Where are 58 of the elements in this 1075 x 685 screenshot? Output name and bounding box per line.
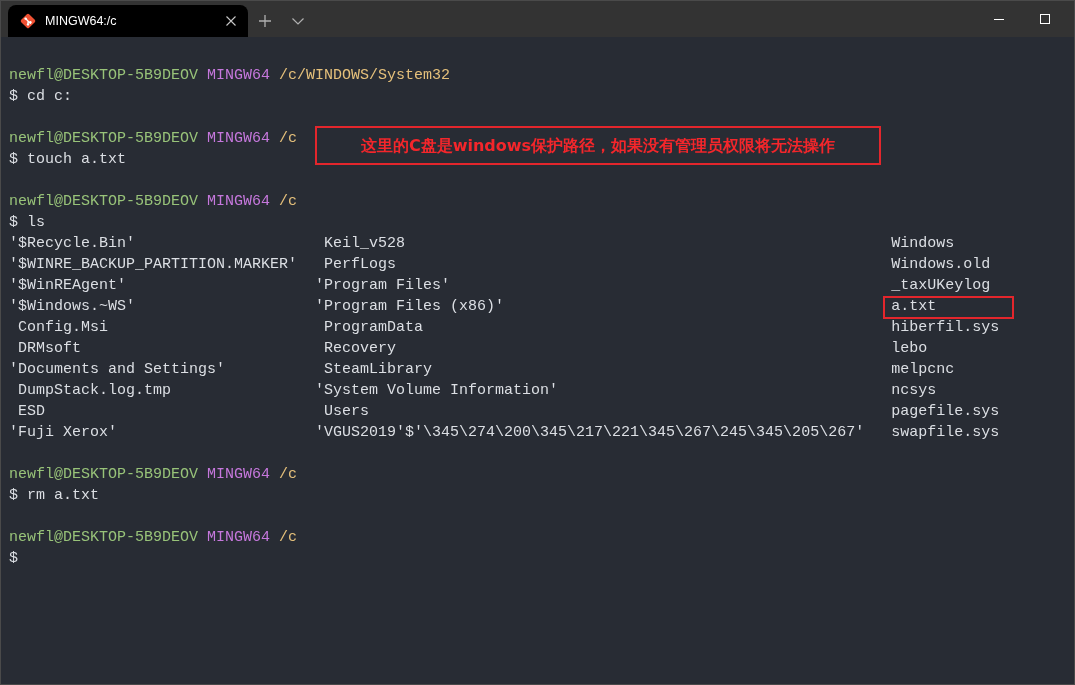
user-host-label: newfl@DESKTOP-5B9DEOV	[9, 192, 199, 212]
shell-name-label: MINGW64	[207, 465, 271, 485]
file-name: DumpStack.log.tmp	[18, 381, 172, 401]
maximize-icon	[1040, 14, 1050, 24]
file-name: a.txt	[891, 296, 937, 317]
shell-name-label: MINGW64	[207, 66, 271, 86]
user-host-label: newfl@DESKTOP-5B9DEOV	[9, 66, 199, 86]
file-name: '$Windows.~WS'	[9, 297, 136, 317]
file-name: DRMsoft	[18, 339, 81, 359]
path-label: /c/WINDOWS/System32	[279, 66, 451, 86]
file-name: 'Documents and Settings'	[9, 360, 226, 380]
file-name: Keil_v528	[324, 234, 406, 254]
path-label: /c	[279, 465, 298, 485]
file-name: Windows.old	[891, 255, 991, 275]
shell-name-label: MINGW64	[207, 129, 271, 149]
file-name: 'System Volume Information'	[315, 381, 559, 401]
file-name: 'Program Files'	[315, 276, 451, 296]
file-name: '$Recycle.Bin'	[9, 234, 136, 254]
file-name: swapfile.sys	[891, 423, 1000, 443]
plus-icon	[259, 15, 271, 27]
file-name: 'Fuji Xerox'	[9, 423, 118, 443]
annotation-note: 这里的C盘是windows保护路径，如果没有管理员权限将无法操作	[315, 126, 881, 165]
branch-logo-icon	[20, 13, 36, 29]
path-label: /c	[279, 528, 298, 548]
file-name: _taxUKeylog	[891, 276, 991, 296]
file-name: ProgramData	[324, 318, 424, 338]
file-name: Config.Msi	[18, 318, 108, 338]
file-name: hiberfil.sys	[891, 318, 1000, 338]
file-name: Recovery	[324, 339, 397, 359]
command-line: $ rm a.txt	[9, 486, 99, 506]
file-name: melpcnc	[891, 360, 955, 380]
user-host-label: newfl@DESKTOP-5B9DEOV	[9, 129, 199, 149]
chevron-down-icon	[292, 17, 304, 25]
file-name: '$WINRE_BACKUP_PARTITION.MARKER'	[9, 255, 298, 275]
file-name: ESD	[18, 402, 45, 422]
shell-name-label: MINGW64	[207, 528, 271, 548]
file-name: PerfLogs	[324, 255, 397, 275]
close-icon	[226, 16, 236, 26]
file-name: pagefile.sys	[891, 402, 1000, 422]
path-label: /c	[279, 192, 298, 212]
user-host-label: newfl@DESKTOP-5B9DEOV	[9, 528, 199, 548]
file-name: Users	[324, 402, 370, 422]
file-name: lebo	[891, 339, 928, 359]
file-name: Windows	[891, 234, 955, 254]
terminal-tab[interactable]: MINGW64:/c	[8, 5, 248, 37]
file-name: 'Program Files (x86)'	[315, 297, 505, 317]
minimize-icon	[994, 18, 1004, 20]
file-name: 'VGUS2019'$'\345\274\200\345\217\221\345\267\245\345\205\267'	[315, 423, 865, 443]
user-host-label: newfl@DESKTOP-5B9DEOV	[9, 465, 199, 485]
file-name: ncsys	[891, 381, 937, 401]
path-label: /c	[279, 129, 298, 149]
shell-name-label: MINGW64	[207, 192, 271, 212]
command-line: $ cd c:	[9, 87, 72, 107]
file-name: '$WinREAgent'	[9, 276, 127, 296]
command-line: $	[9, 549, 18, 569]
command-line: $ touch a.txt	[9, 150, 127, 170]
file-name: SteamLibrary	[324, 360, 433, 380]
command-line: $ ls	[9, 213, 45, 233]
